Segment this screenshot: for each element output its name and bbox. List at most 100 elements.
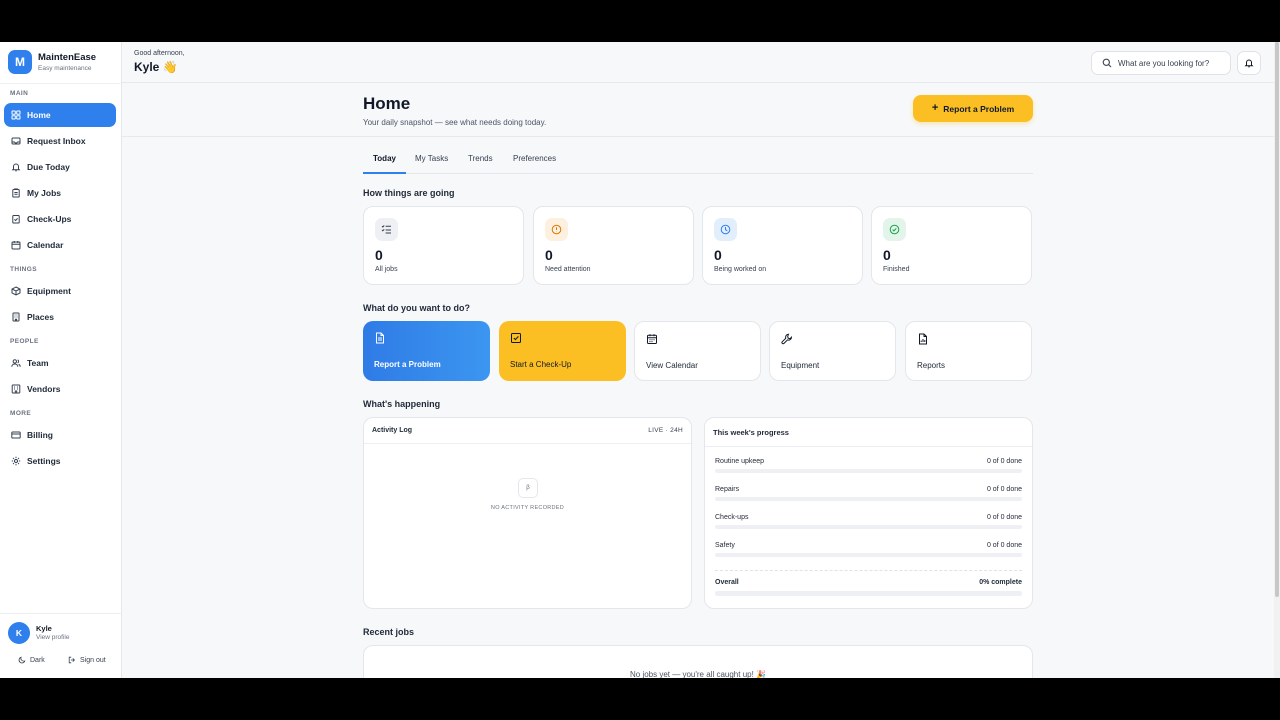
avatar: K	[8, 622, 30, 644]
divider	[122, 136, 1274, 137]
sidebar-item-places[interactable]: Places	[4, 305, 116, 329]
action-start-check-up[interactable]: Start a Check-Up	[499, 321, 626, 381]
progress-label: Overall	[715, 579, 739, 586]
theme-toggle-button[interactable]: Dark	[18, 656, 45, 664]
top-bar: Good afternoon, Kyle 👋	[122, 42, 1274, 83]
section-label-more: MORE	[10, 410, 32, 417]
progress-title: This week's progress	[713, 428, 789, 437]
progress-value: 0 of 0 done	[986, 458, 1022, 465]
progress-label: Repairs	[715, 486, 740, 493]
sidebar-item-label: Calendar	[27, 240, 64, 250]
stat-card-need-attention[interactable]: 0 Need attention	[533, 206, 694, 285]
recent-jobs-panel: No jobs yet — you're all caught up! 🎉	[363, 645, 1033, 678]
sidebar-item-label: Billing	[27, 430, 53, 440]
sign-out-button[interactable]: Sign out	[68, 656, 106, 664]
scrollbar-thumb[interactable]	[1275, 42, 1279, 597]
action-view-calendar[interactable]: View Calendar	[634, 321, 761, 381]
sidebar-item-label: Places	[27, 312, 54, 322]
sidebar-item-label: Due Today	[27, 162, 70, 172]
sidebar-item-request-inbox[interactable]: Request Inbox	[4, 129, 116, 153]
empty-state-text: NO ACTIVITY RECORDED	[490, 505, 565, 511]
brand[interactable]: M MaintenEase Easy maintenance	[8, 50, 96, 74]
letterbox-bottom	[0, 678, 1280, 720]
progress-bar	[715, 591, 1022, 596]
action-report-problem[interactable]: Report a Problem	[363, 321, 490, 381]
stat-card-being-worked-on[interactable]: 0 Being worked on	[702, 206, 863, 285]
bell-icon	[1244, 59, 1254, 68]
document-icon	[376, 332, 384, 344]
stat-value: 0	[714, 247, 722, 263]
action-label: Report a Problem	[374, 360, 441, 369]
recent-jobs-title: Recent jobs	[363, 627, 415, 637]
theme-toggle-label: Dark	[30, 656, 45, 664]
plus-icon: +	[931, 102, 939, 114]
actions-section-title: What do you want to do?	[363, 303, 470, 313]
tab-trends[interactable]: Trends	[468, 154, 493, 174]
sidebar-item-settings[interactable]: Settings	[4, 449, 116, 473]
activity-log-title: Activity Log	[372, 427, 413, 434]
alert-icon	[545, 218, 568, 241]
building-icon	[12, 312, 20, 322]
stat-label: All jobs	[375, 266, 398, 273]
sidebar-item-label: Home	[27, 110, 51, 120]
action-label: View Calendar	[646, 361, 698, 370]
divider	[715, 570, 1022, 571]
progress-row-routine-upkeep: Routine upkeep 0 of 0 done	[715, 458, 1022, 478]
search-input[interactable]	[1118, 58, 1223, 68]
profile-sub: View profile	[36, 634, 70, 641]
scrollbar[interactable]	[1274, 42, 1280, 678]
sidebar-item-my-jobs[interactable]: My Jobs	[4, 181, 116, 205]
action-label: Equipment	[781, 361, 820, 370]
activity-log-panel: Activity Log LIVE · 24H β NO ACTIVITY RE…	[363, 417, 692, 609]
sidebar: M MaintenEase Easy maintenance MAIN Home…	[0, 42, 122, 678]
sidebar-item-due-today[interactable]: Due Today	[4, 155, 116, 179]
report-icon	[919, 333, 927, 345]
notifications-button[interactable]	[1237, 51, 1261, 75]
sidebar-item-label: Team	[27, 358, 49, 368]
stat-label: Being worked on	[714, 266, 767, 273]
stat-value: 0	[883, 247, 891, 263]
list-icon	[375, 218, 398, 241]
empty-state-text: No jobs yet — you're all caught up! 🎉	[630, 670, 766, 678]
sidebar-item-equipment[interactable]: Equipment	[4, 279, 116, 303]
clipboard-icon	[12, 188, 20, 198]
progress-row-overall: Overall 0% complete	[715, 579, 1022, 599]
sidebar-item-vendors[interactable]: Vendors	[4, 377, 116, 401]
user-greeting-name: Kyle 👋	[134, 60, 178, 74]
tab-today[interactable]: Today	[363, 154, 406, 174]
progress-row-safety: Safety 0 of 0 done	[715, 542, 1022, 562]
tab-preferences[interactable]: Preferences	[513, 154, 556, 174]
progress-row-repairs: Repairs 0 of 0 done	[715, 486, 1022, 506]
profile-link[interactable]: K Kyle View profile	[8, 622, 69, 644]
sign-out-label: Sign out	[80, 656, 106, 664]
progress-value: 0 of 0 done	[986, 514, 1022, 521]
sidebar-item-calendar[interactable]: Calendar	[4, 233, 116, 257]
activity-live-badge: LIVE · 24H	[648, 427, 683, 434]
sidebar-item-label: Equipment	[27, 286, 71, 296]
sidebar-item-label: Check-Ups	[27, 214, 72, 224]
sidebar-item-billing[interactable]: Billing	[4, 423, 116, 447]
sidebar-item-check-ups[interactable]: Check-Ups	[4, 207, 116, 231]
sidebar-item-team[interactable]: Team	[4, 351, 116, 375]
brand-name: MaintenEase	[38, 51, 97, 63]
progress-bar	[715, 525, 1022, 529]
stat-value: 0	[375, 247, 383, 263]
action-reports[interactable]: Reports	[905, 321, 1032, 381]
greeting: Good afternoon,	[134, 50, 185, 57]
action-equipment[interactable]: Equipment	[769, 321, 896, 381]
report-problem-button[interactable]: + Report a Problem	[913, 95, 1033, 122]
moon-icon	[18, 656, 26, 664]
progress-label: Check-ups	[715, 514, 749, 521]
stat-card-finished[interactable]: 0 Finished	[871, 206, 1032, 285]
tab-my-tasks[interactable]: My Tasks	[415, 154, 448, 174]
search-box[interactable]	[1091, 51, 1231, 75]
sidebar-item-label: Request Inbox	[27, 136, 86, 146]
progress-value: 0% complete	[979, 579, 1022, 586]
progress-value: 0 of 0 done	[986, 486, 1022, 493]
sidebar-item-home[interactable]: Home	[4, 103, 116, 127]
progress-value: 0 of 0 done	[986, 542, 1022, 549]
divider	[0, 83, 122, 84]
progress-label: Safety	[715, 542, 735, 549]
stat-card-all-jobs[interactable]: 0 All jobs	[363, 206, 524, 285]
sidebar-item-label: My Jobs	[27, 188, 62, 198]
